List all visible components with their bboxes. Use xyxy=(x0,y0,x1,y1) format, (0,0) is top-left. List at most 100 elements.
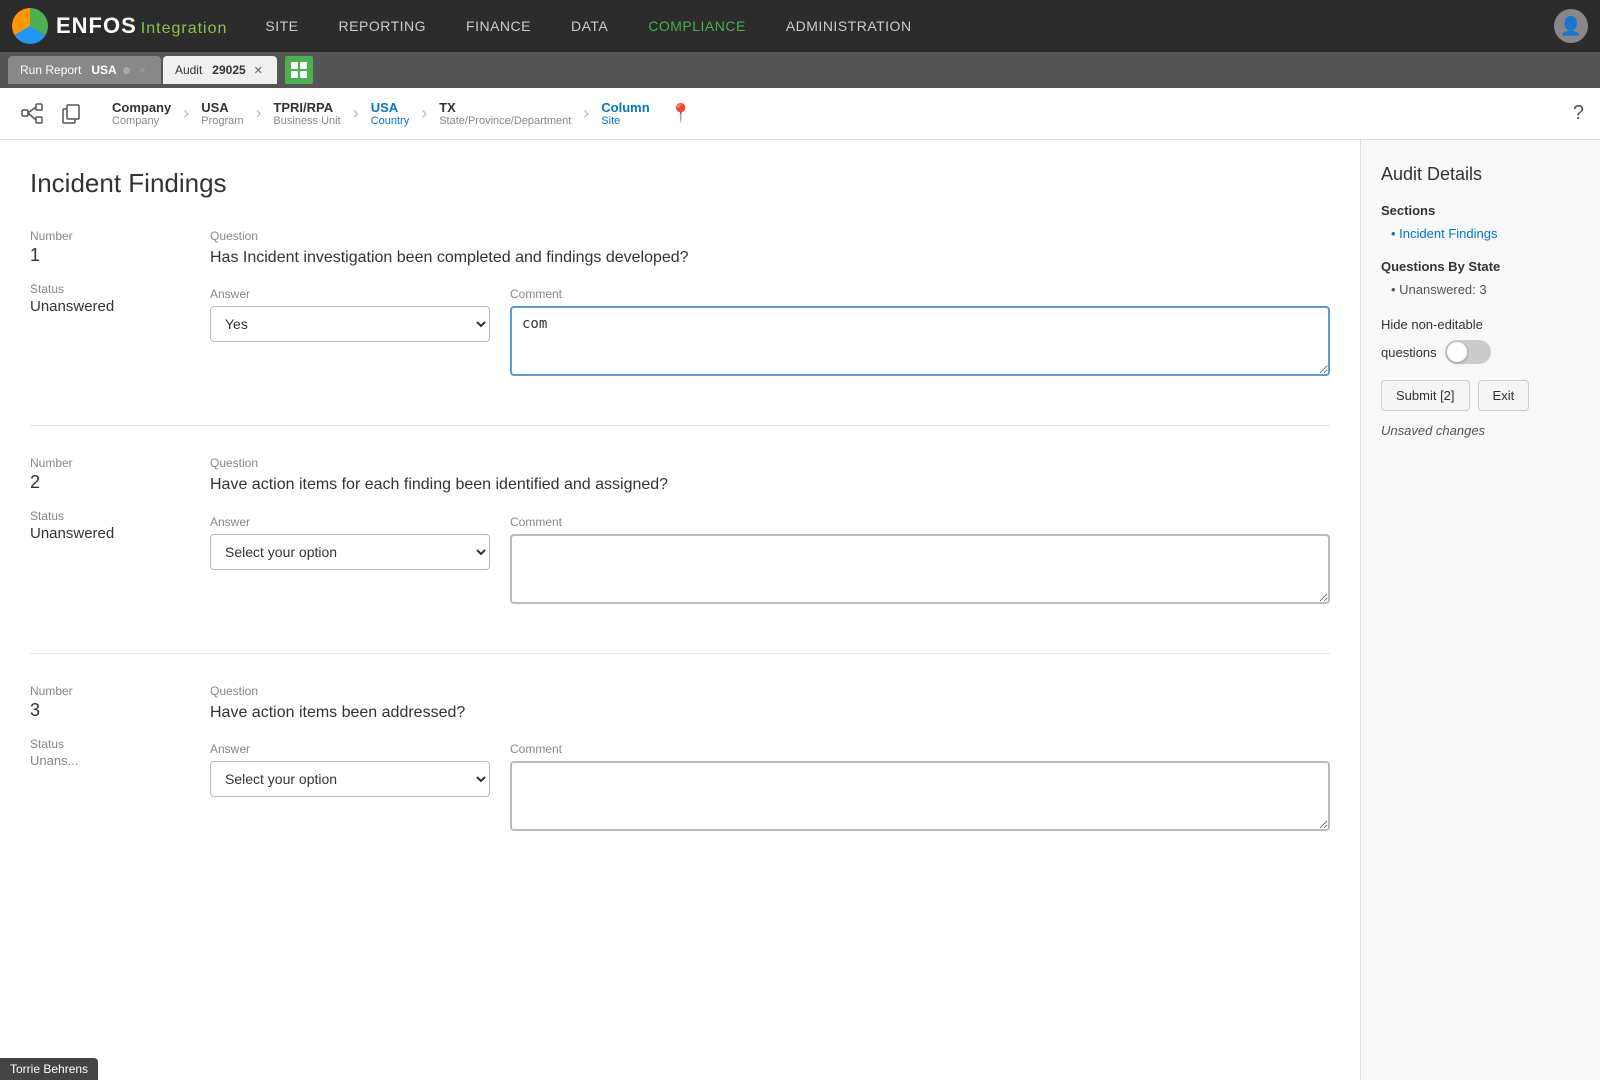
grid-icon xyxy=(290,61,308,79)
nav-finance[interactable]: FINANCE xyxy=(446,0,551,52)
q3-status-label: Status xyxy=(30,737,210,751)
tab-run-report-sub: USA xyxy=(91,63,116,77)
q1-left: Number 1 Status Unanswered xyxy=(30,229,210,379)
bc-usa-country-label: USA xyxy=(371,100,398,115)
q1-number: 1 xyxy=(30,245,210,266)
q2-left: Number 2 Status Unanswered xyxy=(30,456,210,606)
sidebar-toggle-label: Hide non-editable xyxy=(1381,317,1580,332)
bc-usa-country-sub: Country xyxy=(371,115,410,127)
bc-usa-program-label: USA xyxy=(201,100,228,115)
sidebar-toggle-sublabel: questions xyxy=(1381,345,1437,360)
q3-right: Question Have action items been addresse… xyxy=(210,684,1330,834)
q2-status: Unanswered xyxy=(30,525,210,542)
bc-tx[interactable]: TX State/Province/Department xyxy=(431,100,579,127)
help-icon[interactable]: ? xyxy=(1573,102,1584,125)
nav-reporting[interactable]: REPORTING xyxy=(319,0,446,52)
q2-comment-input[interactable] xyxy=(510,534,1330,604)
nav-site[interactable]: SITE xyxy=(245,0,318,52)
q3-number: 3 xyxy=(30,700,210,721)
q3-answer-row: Answer Select your option Yes No N/A Com… xyxy=(210,742,1330,834)
sidebar-toggle-row: Hide non-editable questions xyxy=(1381,317,1580,364)
q2-question-label: Question xyxy=(210,456,1330,470)
q2-answer-label: Answer xyxy=(210,515,490,529)
breadcrumb-bar: Company Company › USA Program › TPRI/RPA… xyxy=(0,88,1600,140)
sidebar-qbs-title: Questions By State xyxy=(1381,259,1580,274)
tab-run-report-dot xyxy=(123,67,130,74)
unsaved-changes: Unsaved changes xyxy=(1381,423,1580,438)
user-avatar[interactable]: 👤 xyxy=(1554,9,1588,43)
tab-run-report[interactable]: Run Report USA ✕ xyxy=(8,56,161,84)
nav-compliance[interactable]: COMPLIANCE xyxy=(628,0,766,52)
q3-comment-input[interactable] xyxy=(510,761,1330,831)
bc-tpri-sub: Business Unit xyxy=(273,115,340,127)
q3-status: Unans... xyxy=(30,753,210,768)
sidebar-incident-findings-link[interactable]: Incident Findings xyxy=(1381,226,1580,241)
q1-status-label: Status xyxy=(30,282,210,296)
hide-noneditable-toggle[interactable] xyxy=(1445,340,1491,364)
q3-left: Number 3 Status Unans... xyxy=(30,684,210,834)
nav-data[interactable]: DATA xyxy=(551,0,628,52)
q3-comment-group: Comment xyxy=(510,742,1330,834)
q3-answer-select[interactable]: Select your option Yes No N/A xyxy=(210,761,490,797)
bc-column-sub: Site xyxy=(601,115,620,127)
q1-number-label: Number xyxy=(30,229,210,243)
q2-comment-group: Comment xyxy=(510,515,1330,607)
tab-audit-sub: 29025 xyxy=(212,63,245,77)
page-title: Incident Findings xyxy=(30,168,1330,199)
q1-answer-group: Answer Select your option Yes No N/A xyxy=(210,287,490,342)
sidebar-sections-title: Sections xyxy=(1381,203,1580,218)
q1-comment-group: Comment com xyxy=(510,287,1330,379)
q2-answer-row: Answer Select your option Yes No N/A Com… xyxy=(210,515,1330,607)
sidebar-title: Audit Details xyxy=(1381,164,1580,185)
q2-answer-group: Answer Select your option Yes No N/A xyxy=(210,515,490,570)
bc-tpri[interactable]: TPRI/RPA Business Unit xyxy=(265,100,348,127)
q3-comment-label: Comment xyxy=(510,742,1330,756)
bc-company[interactable]: Company Company xyxy=(104,100,179,127)
bc-column[interactable]: Column Site xyxy=(593,100,657,127)
q2-answer-select[interactable]: Select your option Yes No N/A xyxy=(210,534,490,570)
bc-usa-program[interactable]: USA Program xyxy=(193,100,251,127)
copy-icon[interactable] xyxy=(56,98,88,130)
bc-usa-country[interactable]: USA Country xyxy=(363,100,418,127)
sidebar-btn-row: Submit [2] Exit xyxy=(1381,380,1580,411)
tab-run-report-label: Run Report xyxy=(20,63,81,77)
bc-company-sub: Company xyxy=(112,115,159,127)
q2-comment-label: Comment xyxy=(510,515,1330,529)
q2-question-text: Have action items for each finding been … xyxy=(210,474,1330,496)
q3-question-label: Question xyxy=(210,684,1330,698)
top-nav: ENFOSIntegration SITE REPORTING FINANCE … xyxy=(0,0,1600,52)
divider-1 xyxy=(30,425,1330,426)
divider-2 xyxy=(30,653,1330,654)
bc-tpri-label: TPRI/RPA xyxy=(273,100,333,115)
q1-status: Unanswered xyxy=(30,298,210,315)
q1-question-text: Has Incident investigation been complete… xyxy=(210,247,1330,269)
location-icon[interactable]: 📍 xyxy=(670,103,692,124)
main-layout: Incident Findings Number 1 Status Unansw… xyxy=(0,140,1600,1080)
tab-run-report-close[interactable]: ✕ xyxy=(136,64,149,77)
user-tooltip: Torrie Behrens xyxy=(0,1058,98,1080)
bc-tx-label: TX xyxy=(439,100,456,115)
tab-audit-close[interactable]: ✕ xyxy=(252,64,265,77)
q1-answer-select[interactable]: Select your option Yes No N/A xyxy=(210,306,490,342)
q3-question-text: Have action items been addressed? xyxy=(210,702,1330,724)
toggle-thumb xyxy=(1447,342,1467,362)
q2-number-label: Number xyxy=(30,456,210,470)
tab-icon-button[interactable] xyxy=(285,56,313,84)
q1-comment-input[interactable]: com xyxy=(510,306,1330,376)
exit-button[interactable]: Exit xyxy=(1478,380,1530,411)
hierarchy-icon[interactable] xyxy=(16,98,48,130)
submit-button[interactable]: Submit [2] xyxy=(1381,380,1470,411)
nav-items: SITE REPORTING FINANCE DATA COMPLIANCE A… xyxy=(245,0,1554,52)
q2-status-label: Status xyxy=(30,509,210,523)
question-1: Number 1 Status Unanswered Question Has … xyxy=(30,229,1330,389)
bc-column-label: Column xyxy=(601,100,649,115)
toggle-container: questions xyxy=(1381,340,1580,364)
nav-administration[interactable]: ADMINISTRATION xyxy=(766,0,932,52)
q1-right: Question Has Incident investigation been… xyxy=(210,229,1330,379)
tab-audit[interactable]: Audit 29025 ✕ xyxy=(163,56,277,84)
logo-icon xyxy=(12,8,48,44)
q2-right: Question Have action items for each find… xyxy=(210,456,1330,606)
q1-answer-row: Answer Select your option Yes No N/A Com… xyxy=(210,287,1330,379)
q3-number-label: Number xyxy=(30,684,210,698)
q1-comment-label: Comment xyxy=(510,287,1330,301)
